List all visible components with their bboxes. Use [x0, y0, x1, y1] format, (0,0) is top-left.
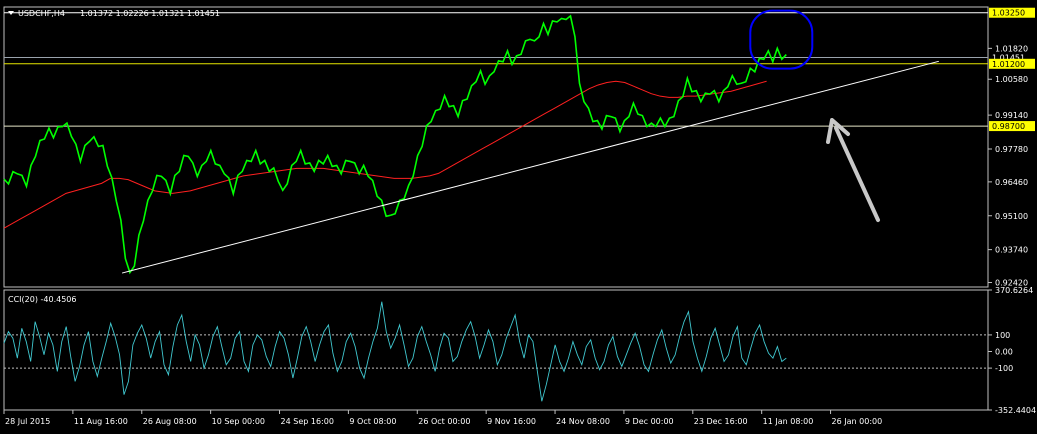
cci-axis-label: 0.00 — [995, 348, 1013, 357]
price-level-label: 1.03250 — [992, 9, 1025, 18]
chart-header-symbol: USDCHF,H4 — [18, 9, 65, 18]
chart-svg: 1.01820 1.00580 0.99140 0.97780 0.96460 0.951… — [3, 6, 1036, 426]
cci-axis-label: -352.4404 — [995, 406, 1036, 415]
time-axis-label: 24 Sep 16:00 — [281, 417, 334, 426]
time-axis-label: 26 Jan 00:00 — [832, 417, 883, 426]
chart-window: 1.01820 1.00580 0.99140 0.97780 0.96460 0.951… — [0, 0, 1037, 434]
annotation-arrow-shaft — [834, 126, 880, 222]
time-axis-label: 24 Nov 08:00 — [556, 417, 610, 426]
time-axis-label: 9 Oct 08:00 — [349, 417, 396, 426]
chart-header-ohlc: 1.01372 1.02226 1.01321 1.01451 — [80, 9, 220, 18]
cci-panel-frame — [3, 289, 989, 411]
cci-label: CCI(20) -40.4506 — [8, 295, 76, 304]
price-axis-label: 0.95100 — [995, 212, 1028, 221]
price-level-label: 0.98700 — [992, 122, 1025, 131]
time-axis-label: 9 Dec 00:00 — [625, 417, 674, 426]
time-axis-label: 26 Oct 00:00 — [418, 417, 470, 426]
price-level-label: 1.01200 — [992, 60, 1025, 69]
price-line — [3, 14, 787, 275]
time-axis-label: 26 Aug 08:00 — [143, 417, 197, 426]
moving-average-line — [3, 80, 767, 229]
price-axis-label: 0.93740 — [995, 246, 1028, 255]
price-axis-label: 0.96460 — [995, 178, 1028, 187]
time-axis-label: 9 Nov 16:00 — [487, 417, 536, 426]
main-panel-frame — [3, 6, 989, 288]
price-axis-label: 1.00580 — [995, 75, 1028, 84]
cci-axis-label: 100 — [995, 331, 1010, 340]
time-axis-label: 23 Dec 16:00 — [694, 417, 748, 426]
cci-axis-label: -100 — [995, 364, 1013, 373]
cci-line — [3, 301, 787, 402]
cci-axis-label: 370.6264 — [995, 286, 1033, 295]
price-axis-label: 0.99140 — [995, 111, 1028, 120]
time-axis-label: 28 Jul 2015 — [5, 417, 50, 426]
price-axis-label: 0.97780 — [995, 145, 1028, 154]
time-axis-label: 11 Aug 16:00 — [74, 417, 128, 426]
time-axis-label: 10 Sep 00:00 — [212, 417, 265, 426]
price-axis-label: 1.01820 — [995, 44, 1028, 53]
time-axis-label: 11 Jan 08:00 — [763, 417, 814, 426]
